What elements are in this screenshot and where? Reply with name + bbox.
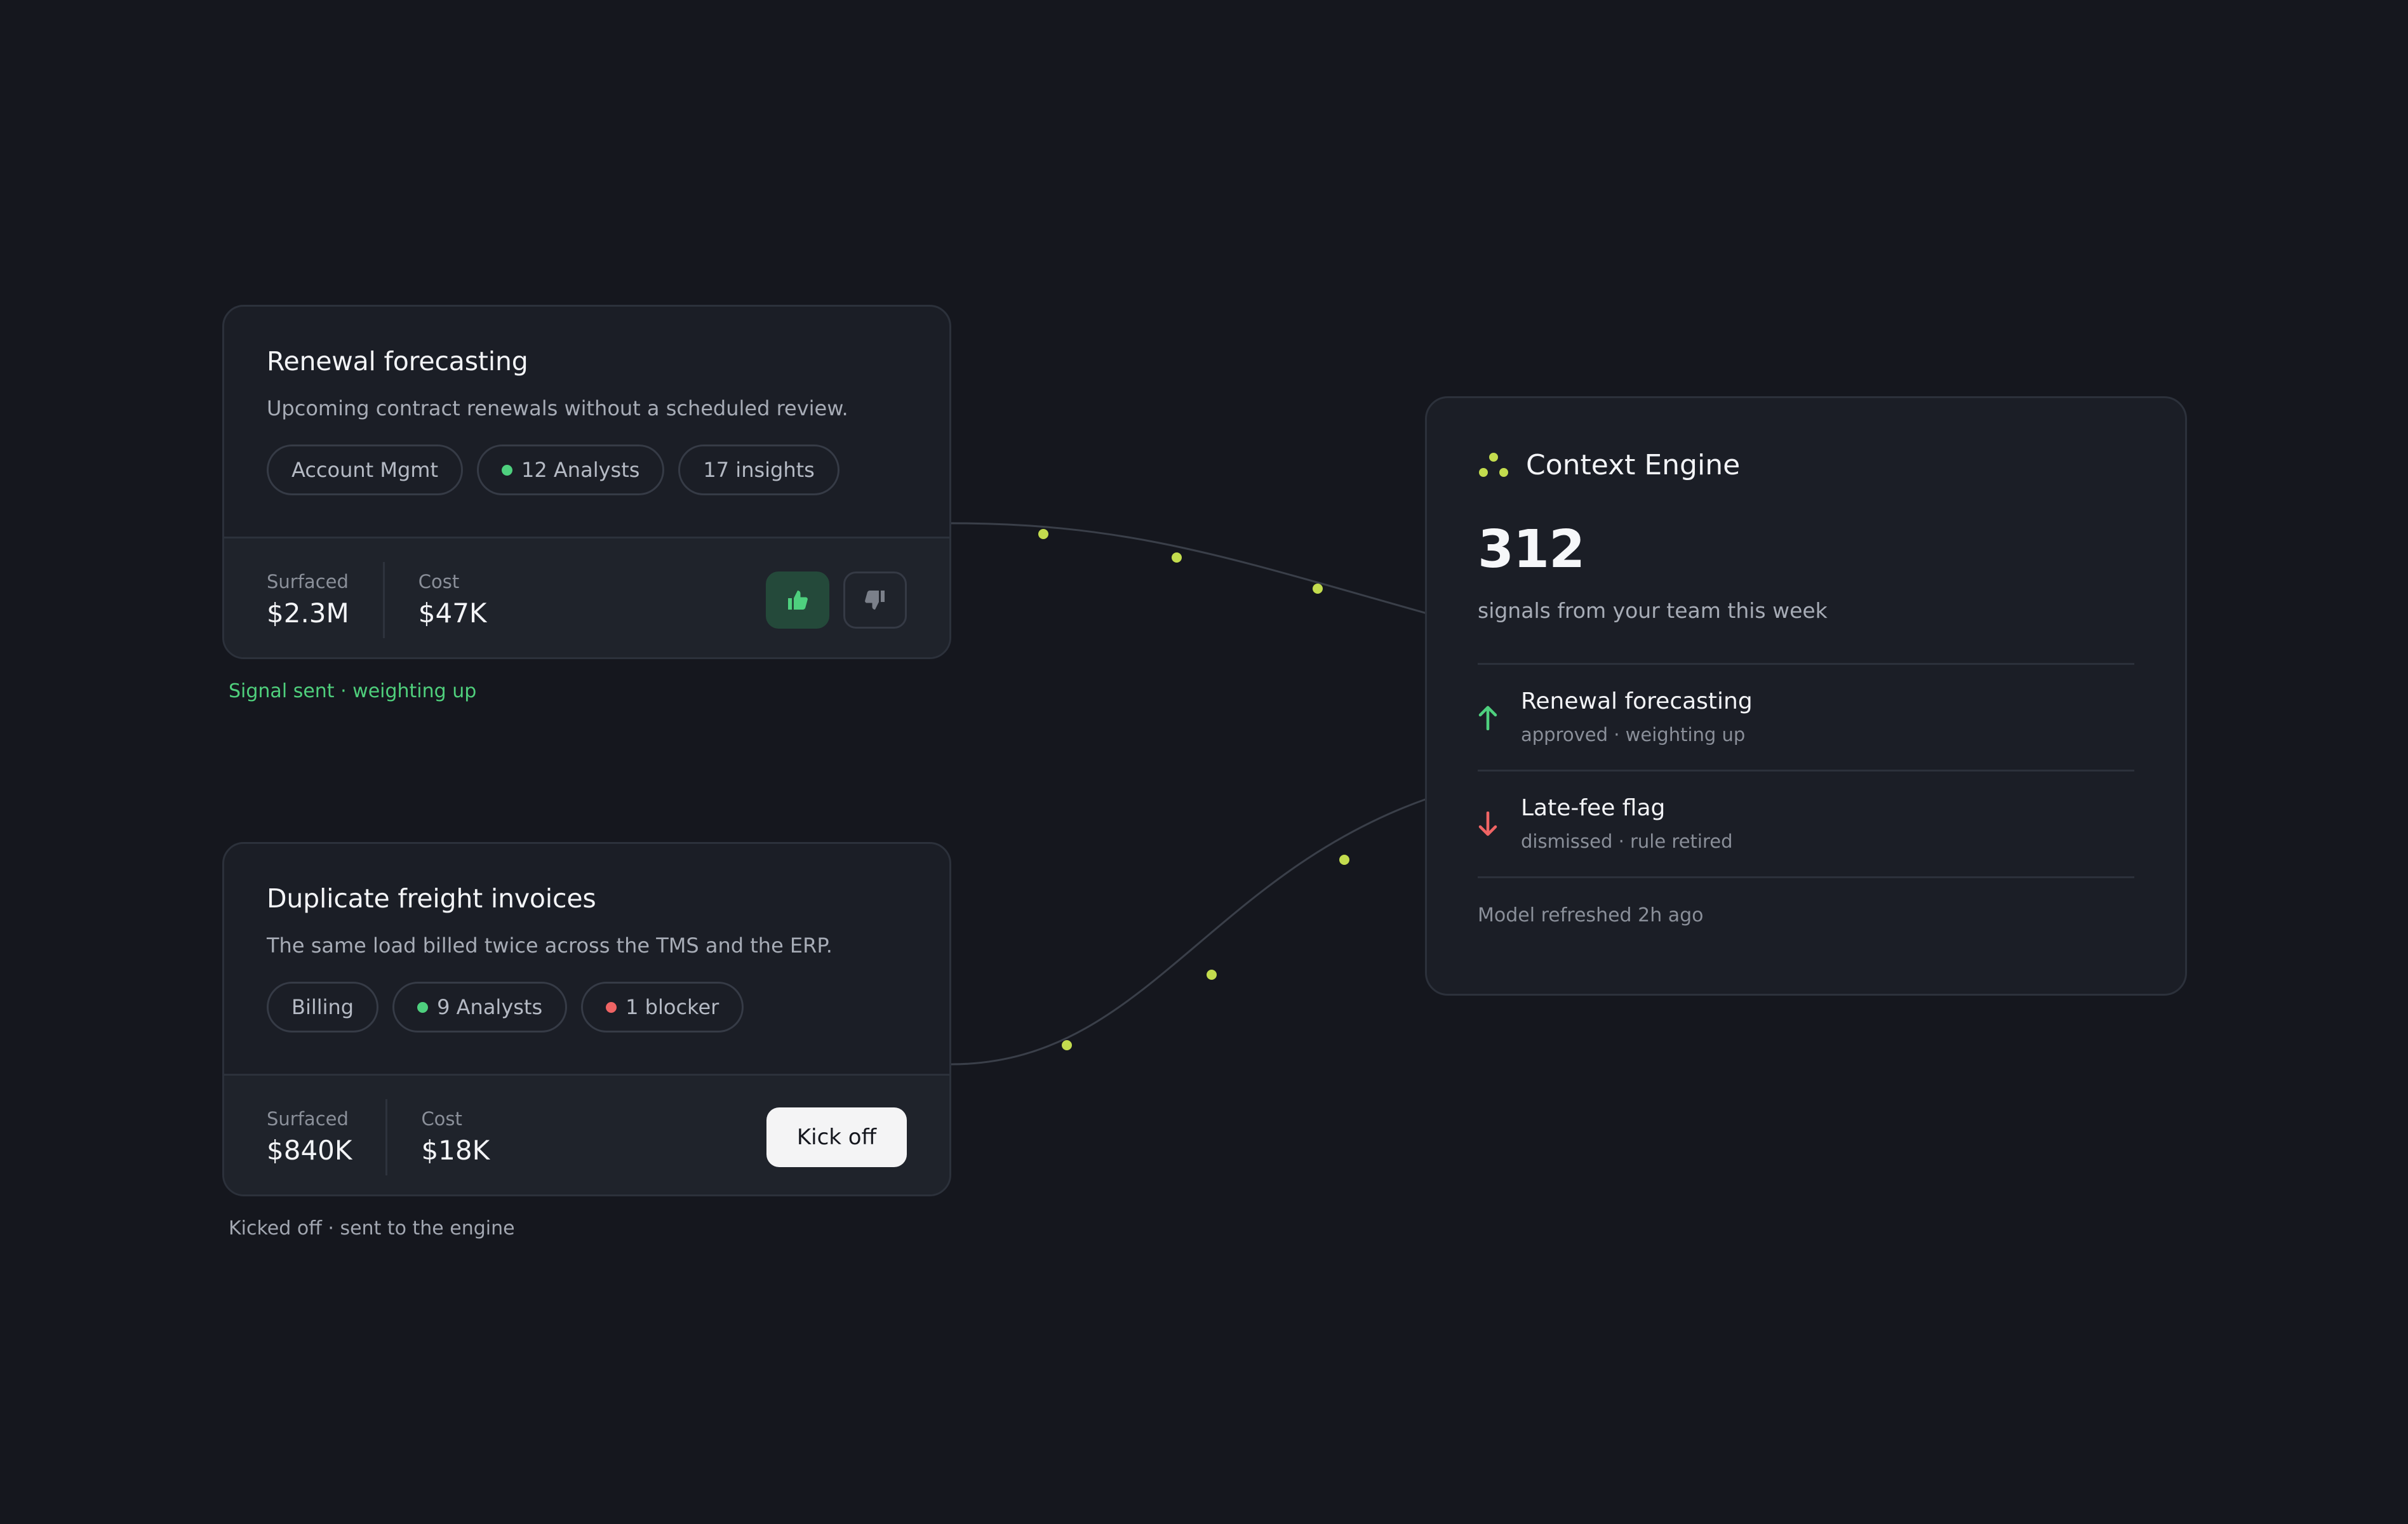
thumbs-down-icon (865, 590, 885, 610)
vote-actions (766, 571, 907, 629)
card-body: Renewal forecasting Upcoming contract re… (224, 307, 949, 537)
status-dot-green (502, 464, 513, 476)
arrow-down-icon (1478, 811, 1498, 837)
signal-dot (1339, 855, 1349, 865)
stat-value: $18K (421, 1135, 490, 1166)
connector-line-renewal (951, 522, 1428, 615)
tag-insights[interactable]: 17 insights (678, 444, 839, 496)
engine-title: Context Engine (1526, 449, 1741, 481)
stat-cost: Cost $18K (421, 1110, 490, 1164)
card-footer: Surfaced $840K Cost $18K Kick off (224, 1074, 949, 1194)
card-actions: Kick off (766, 1107, 907, 1167)
status-dot-red (606, 1001, 617, 1013)
signal-dot (1172, 552, 1182, 563)
tag-team[interactable]: Billing (267, 982, 379, 1033)
signal-item[interactable]: Renewal forecasting approved · weighting… (1478, 665, 2134, 772)
signal-dot (1207, 970, 1217, 980)
tag-label: Billing (291, 995, 354, 1020)
stat-value: $47K (418, 598, 487, 629)
signal-item-meta: dismissed · rule retired (1521, 831, 1733, 852)
tag-row: Account Mgmt 12 Analysts 17 insights (267, 444, 907, 496)
signal-item[interactable]: Late-fee flag dismissed · rule retired (1478, 772, 2134, 878)
signal-item-text: Late-fee flag dismissed · rule retired (1521, 797, 1733, 851)
stat-value: $840K (267, 1135, 352, 1166)
three-dots-icon (1479, 453, 1508, 477)
status-dot-green (417, 1001, 429, 1013)
tag-label: 17 insights (703, 458, 815, 483)
card-body: Duplicate freight invoices The same load… (224, 844, 949, 1074)
model-refresh-status: Model refreshed 2h ago (1478, 904, 1704, 926)
tag-analysts[interactable]: 9 Analysts (392, 982, 568, 1033)
thumbs-up-button[interactable] (766, 571, 829, 629)
stat-label: Surfaced (267, 571, 349, 592)
signal-item-title: Late-fee flag (1521, 795, 1666, 821)
stat-surfaced: Surfaced $2.3M (267, 573, 349, 627)
stat-label: Surfaced (267, 1108, 349, 1130)
tag-row: Billing 9 Analysts 1 blocker (267, 982, 907, 1033)
stat-divider (385, 1099, 388, 1175)
signal-count-caption: signals from your team this week (1478, 598, 1828, 623)
card-title: Duplicate freight invoices (267, 883, 596, 914)
canvas: Renewal forecasting Upcoming contract re… (0, 0, 2408, 1524)
tag-label: 12 Analysts (521, 458, 640, 483)
tag-label: 9 Analysts (437, 995, 543, 1020)
stat-surfaced: Surfaced $840K (267, 1110, 352, 1164)
tag-blockers[interactable]: 1 blocker (581, 982, 744, 1033)
card-status: Kicked off · sent to the engine (229, 1217, 515, 1240)
signal-list: Renewal forecasting approved · weighting… (1478, 663, 2134, 878)
connector-line-freight (951, 798, 1428, 1066)
request-card-freight: Duplicate freight invoices The same load… (222, 842, 951, 1196)
signal-item-title: Renewal forecasting (1521, 688, 1753, 714)
card-description: Upcoming contract renewals without a sch… (267, 396, 848, 420)
thumbs-up-icon (788, 590, 808, 610)
kick-off-button[interactable]: Kick off (766, 1107, 907, 1167)
signal-item-text: Renewal forecasting approved · weighting… (1521, 690, 1753, 744)
engine-header: Context Engine (1478, 446, 2134, 485)
card-description: The same load billed twice across the TM… (267, 933, 833, 958)
request-card-renewal: Renewal forecasting Upcoming contract re… (222, 305, 951, 659)
stat-divider (382, 561, 385, 638)
card-footer: Surfaced $2.3M Cost $47K (224, 537, 949, 657)
tag-team[interactable]: Account Mgmt (267, 444, 464, 496)
thumbs-down-button[interactable] (843, 571, 907, 629)
stat-value: $2.3M (267, 598, 349, 629)
signal-dot (1062, 1040, 1072, 1050)
arrow-up-icon (1478, 705, 1498, 730)
context-engine-panel: Context Engine 312 signals from your tea… (1425, 396, 2187, 996)
signal-dot (1038, 529, 1048, 539)
tag-label: 1 blocker (625, 995, 719, 1020)
stat-label: Cost (421, 1108, 462, 1130)
signal-count: 312 (1478, 519, 1585, 580)
stat-label: Cost (418, 571, 460, 592)
signal-item-meta: approved · weighting up (1521, 724, 1746, 745)
signal-dot (1313, 584, 1323, 594)
tag-analysts[interactable]: 12 Analysts (477, 444, 665, 496)
stat-cost: Cost $47K (418, 573, 487, 627)
card-status: Signal sent · weighting up (229, 680, 477, 702)
card-title: Renewal forecasting (267, 346, 528, 377)
tag-label: Account Mgmt (291, 458, 439, 483)
